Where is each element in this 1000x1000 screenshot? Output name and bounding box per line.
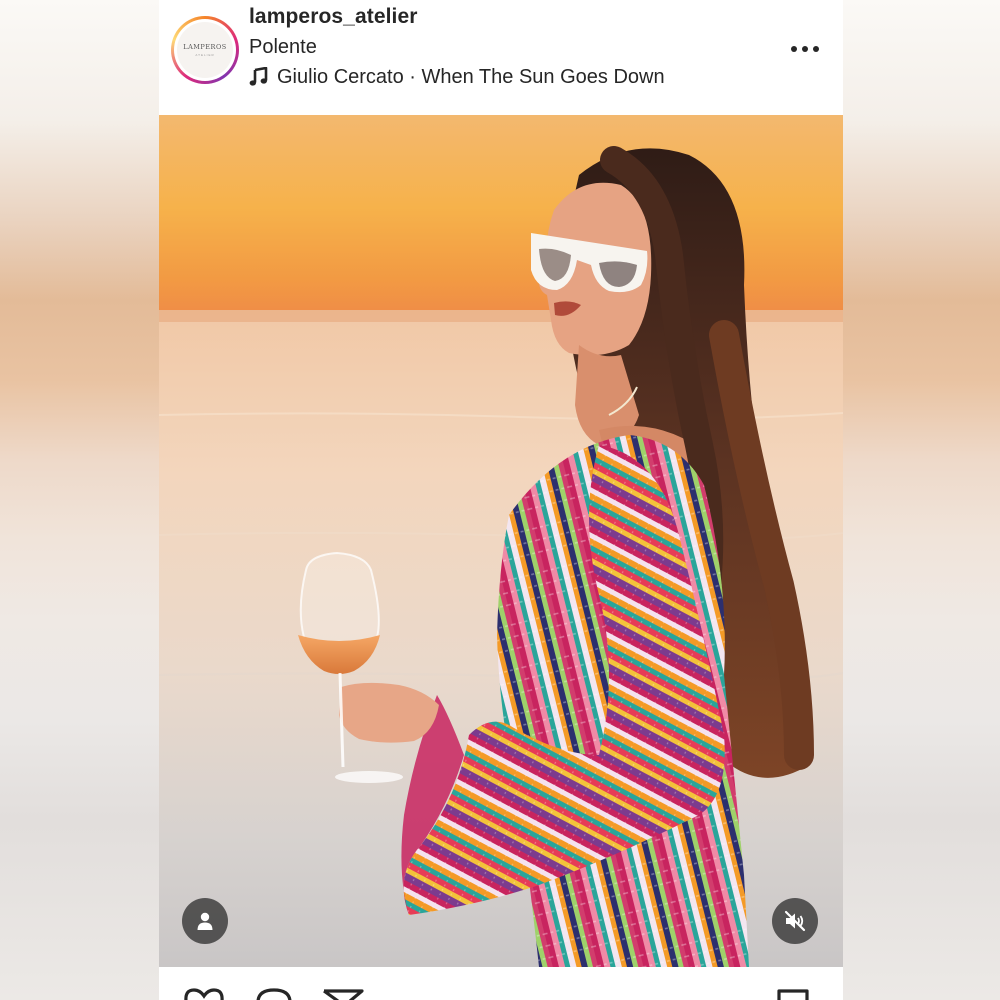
person-icon [197,912,213,930]
profile-avatar[interactable]: LAMPEROS ATELIER [171,16,239,84]
post-username[interactable]: lamperos_atelier [249,5,418,29]
comment-icon[interactable] [255,987,293,1000]
avatar-logo-subtext: ATELIER [195,53,215,57]
mute-toggle-button[interactable] [772,898,818,944]
more-options-button[interactable] [785,36,825,62]
post-photo [159,115,843,967]
tagged-users-button[interactable] [182,898,228,944]
music-note-icon [249,67,268,86]
avatar-logo-text: LAMPEROS [183,43,227,51]
post-location[interactable]: Polente [249,36,317,59]
avatar-logo: LAMPEROS ATELIER [177,22,233,78]
muted-speaker-icon [784,910,806,932]
heart-icon[interactable] [183,987,225,1000]
music-attribution[interactable]: Giulio Cercato · When The Sun Goes Down [249,65,665,89]
more-icon [791,46,819,52]
bookmark-icon[interactable] [776,987,810,1000]
post-actions-bar [159,967,843,1000]
post-media[interactable] [159,115,843,967]
instagram-post: LAMPEROS ATELIER lamperos_atelier Polent… [159,0,843,1000]
music-track-label: Giulio Cercato · When The Sun Goes Down [277,65,665,88]
post-header: LAMPEROS ATELIER lamperos_atelier Polent… [159,0,843,115]
share-icon[interactable] [322,987,364,1000]
